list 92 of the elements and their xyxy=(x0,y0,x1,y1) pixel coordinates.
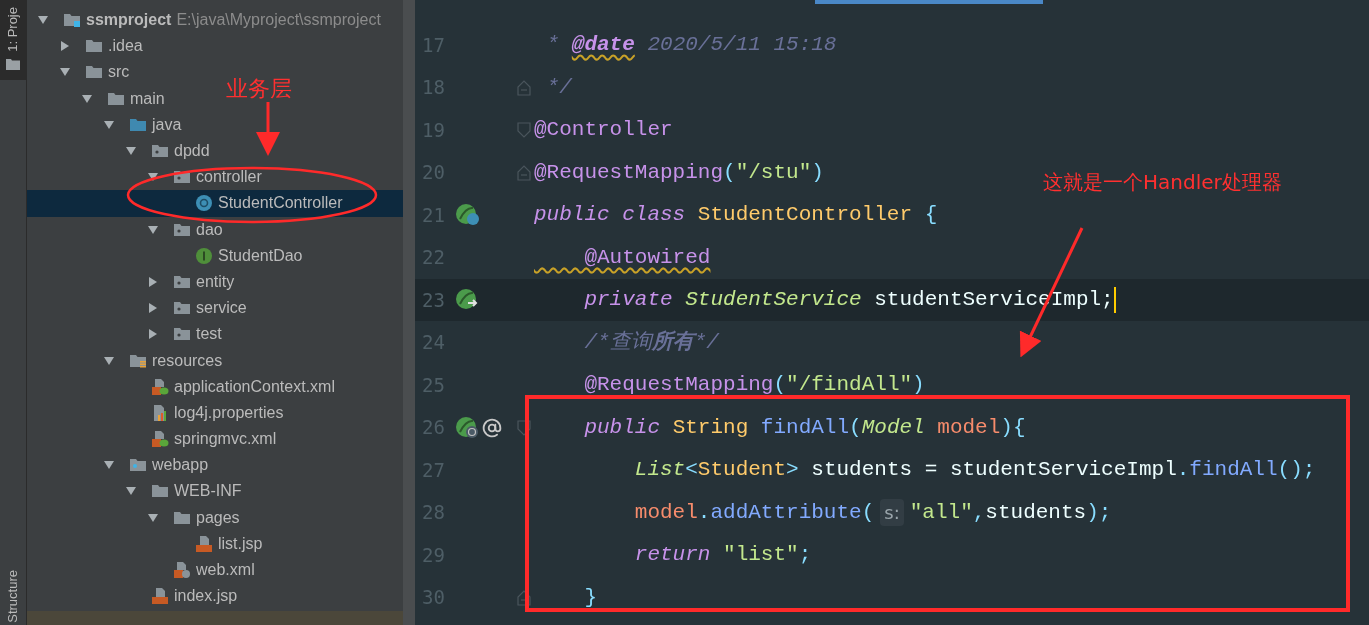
code-line: } xyxy=(583,584,597,611)
tree-item[interactable]: java xyxy=(27,111,186,138)
tree-item[interactable]: ssmproject E:\java\Myproject\ssmproject xyxy=(27,7,385,34)
tree-item[interactable]: service xyxy=(27,295,251,322)
tree-item[interactable]: StudentController xyxy=(27,190,347,217)
tree-item-label: StudentDao xyxy=(218,245,303,266)
code-line: @Controller xyxy=(534,117,673,144)
expand-arrow-icon[interactable] xyxy=(147,328,159,341)
collapse-arrow-icon[interactable] xyxy=(147,511,159,524)
tree-item[interactable]: webapp xyxy=(27,452,213,479)
spring-xml-file-icon xyxy=(151,377,169,396)
tree-item[interactable]: pages xyxy=(27,504,244,531)
tree-item-label: java xyxy=(152,114,182,135)
tree-item-label: service xyxy=(196,298,247,319)
class-icon xyxy=(195,194,213,213)
web-bean-icon[interactable] xyxy=(455,415,481,440)
collapse-arrow-icon[interactable] xyxy=(147,223,159,236)
tree-item[interactable]: test xyxy=(27,321,226,348)
code-line: */ xyxy=(545,74,572,101)
code-line: @RequestMapping("/stu") xyxy=(534,159,824,186)
tree-item[interactable]: entity xyxy=(27,268,239,296)
web-xml-file-icon xyxy=(173,561,191,580)
tree-item-label: index.jsp xyxy=(174,586,238,607)
tree-item[interactable]: main xyxy=(27,85,169,112)
tree-item-label: web.xml xyxy=(196,560,255,581)
annotation-label: 这就是一个Handler处理器 xyxy=(1043,169,1282,196)
expand-arrow-icon[interactable] xyxy=(147,275,159,288)
tree-item-label: log4j.properties xyxy=(174,402,284,423)
tree-item[interactable]: .idea xyxy=(27,33,147,60)
tree-item-label: src xyxy=(108,62,130,83)
tree-item-label: WEB-INF xyxy=(174,481,242,502)
at-sign-icon[interactable] xyxy=(482,417,502,438)
code-line: List<Student> students = studentServiceImpl.findAll(); xyxy=(633,457,1316,484)
properties-file-icon xyxy=(151,403,169,422)
tree-item-label: resources xyxy=(152,350,223,371)
project-tool-tab[interactable]: 1: Proje xyxy=(0,0,26,80)
tree-item-label: applicationContext.xml xyxy=(174,376,335,397)
jsp-file-icon xyxy=(195,534,213,553)
tree-item[interactable]: index.jsp xyxy=(27,583,242,610)
code-line: model.addAttribute( s: "all",students); xyxy=(633,498,1112,528)
annotation-arrow xyxy=(256,102,280,156)
code-line: public String findAll(Model model){ xyxy=(583,414,1026,441)
collapse-arrow-icon[interactable] xyxy=(103,118,115,131)
structure-tool-tab[interactable]: Structure xyxy=(0,565,26,625)
code-line: @Autowired xyxy=(583,244,711,271)
line-number: 23 xyxy=(421,287,446,313)
tree-item[interactable]: resources xyxy=(27,347,227,374)
scrollbar[interactable] xyxy=(403,0,415,625)
tree-item-label: ssmproject xyxy=(86,10,172,31)
tree-item-label: .idea xyxy=(108,36,143,57)
code-line: /*查询所有*/ xyxy=(583,329,719,356)
expand-arrow-icon[interactable] xyxy=(59,40,71,53)
fold-icon[interactable] xyxy=(517,589,531,606)
code-line: public class StudentController { xyxy=(534,202,938,229)
tree-item[interactable]: log4j.properties xyxy=(27,399,288,426)
tree-item-label: controller xyxy=(196,167,262,188)
module-folder-icon xyxy=(63,11,81,30)
tree-item[interactable]: dao xyxy=(27,216,227,243)
tree-item[interactable]: StudentDao xyxy=(27,242,307,269)
annotation-label: 业务层 xyxy=(226,75,292,103)
tree-item-label: pages xyxy=(196,507,240,528)
project-path: E:\java\Myproject\ssmproject xyxy=(176,10,381,31)
code-line: * @date 2020/5/11 15:18 xyxy=(545,32,837,59)
tree-item[interactable]: web.xml xyxy=(27,556,259,584)
tree-item-label: webapp xyxy=(152,455,209,476)
spring-xml-file-icon xyxy=(151,430,169,449)
tree-item-label: StudentController xyxy=(218,193,343,214)
tree-item-label: main xyxy=(130,88,165,109)
tree-item[interactable]: list.jsp xyxy=(27,530,267,557)
tree-item-label: entity xyxy=(196,271,235,292)
collapse-arrow-icon[interactable] xyxy=(81,92,93,105)
tree-item-label: springmvc.xml xyxy=(174,429,277,450)
bean-class-icon[interactable] xyxy=(455,203,481,227)
tree-item-label: test xyxy=(196,324,222,345)
tree-item[interactable]: springmvc.xml xyxy=(27,426,281,453)
tree-item[interactable]: WEB-INF xyxy=(27,478,246,505)
fold-icon[interactable] xyxy=(517,419,531,436)
code-line: @RequestMapping("/findAll") xyxy=(583,372,925,399)
parameter-hint: s: xyxy=(880,499,904,526)
tree-item-label: list.jsp xyxy=(218,533,263,554)
collapse-arrow-icon[interactable] xyxy=(103,354,115,367)
tree-item[interactable]: dpdd xyxy=(27,137,214,165)
interface-icon xyxy=(195,246,213,265)
jsp-file-icon xyxy=(151,587,169,606)
expand-arrow-icon[interactable] xyxy=(147,302,159,315)
tree-item[interactable]: controller xyxy=(27,164,266,191)
folder-icon xyxy=(6,58,20,70)
code-line: return "list"; xyxy=(633,542,812,569)
tree-item[interactable]: applicationContext.xml xyxy=(27,373,339,400)
tree-item-label: dpdd xyxy=(174,141,210,162)
tree-item-label: dao xyxy=(196,219,223,240)
tree-item[interactable]: src xyxy=(27,59,134,86)
